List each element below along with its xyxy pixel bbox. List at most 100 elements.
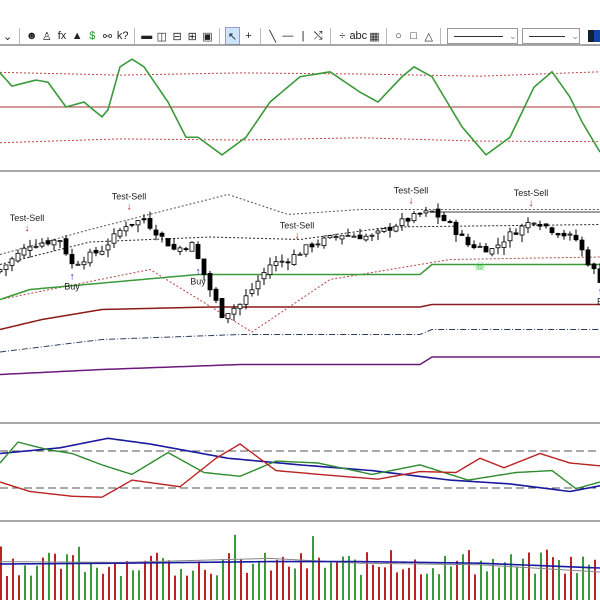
- candle: [171, 238, 177, 251]
- candle: [303, 244, 309, 258]
- candle: [75, 260, 81, 266]
- candle-body: [39, 242, 45, 247]
- candle-body: [51, 239, 57, 246]
- candle: [177, 245, 183, 256]
- candle: [327, 234, 333, 239]
- candle-body: [105, 244, 111, 251]
- signal-label: Test-Sell: [514, 188, 549, 198]
- candle-body: [519, 225, 525, 236]
- candle: [219, 297, 225, 319]
- chart-area[interactable]: Test-Sell↓Test-Sell↓Test-Sell↓Test-Sell↓…: [0, 0, 600, 600]
- candle: [591, 262, 597, 275]
- candle-body: [27, 246, 33, 251]
- candle: [315, 239, 321, 248]
- candle-body: [225, 313, 231, 320]
- candle: [321, 235, 327, 249]
- sell-arrow-icon: ↓: [409, 196, 414, 207]
- candle-body: [537, 223, 543, 227]
- candle-body: [21, 247, 27, 256]
- candle: [291, 249, 297, 266]
- candle: [165, 237, 171, 247]
- candle: [489, 247, 495, 257]
- candle-body: [327, 235, 333, 239]
- candle: [273, 256, 279, 272]
- candle-body: [567, 233, 573, 236]
- candle-body: [525, 222, 531, 229]
- candle: [9, 256, 15, 272]
- candle-body: [45, 240, 51, 245]
- candle-body: [33, 245, 39, 248]
- candle-body: [471, 244, 477, 249]
- candle: [423, 206, 429, 217]
- candle-body: [183, 248, 189, 250]
- support-green: [0, 263, 600, 301]
- candle: [81, 256, 87, 270]
- candle-body: [393, 225, 399, 232]
- candle-body: [75, 263, 81, 266]
- candle: [483, 242, 489, 253]
- candle-body: [345, 234, 351, 237]
- candle-body: [405, 218, 411, 222]
- candle: [495, 237, 501, 255]
- candle-body: [219, 298, 225, 319]
- candle-body: [129, 223, 135, 226]
- candle-body: [585, 249, 591, 266]
- candle: [519, 223, 525, 243]
- candle: [15, 249, 21, 263]
- candle: [525, 217, 531, 234]
- candle: [135, 219, 141, 233]
- candle-body: [423, 210, 429, 214]
- signal-label: Buy: [64, 282, 80, 292]
- candle: [99, 245, 105, 256]
- candle-body: [387, 226, 393, 231]
- sell-arrow-icon: ↓: [25, 223, 30, 234]
- candle-body: [513, 232, 519, 235]
- candle: [567, 231, 573, 241]
- signal-label: Test-Sell: [112, 191, 147, 201]
- candle-body: [135, 220, 141, 226]
- dashdot-line: [0, 329, 600, 353]
- candle: [363, 233, 369, 242]
- candle: [381, 227, 387, 233]
- candle: [399, 212, 405, 231]
- candle-body: [171, 243, 177, 250]
- candle: [357, 228, 363, 240]
- candle-body: [93, 249, 99, 254]
- candle-body: [501, 241, 507, 248]
- candle-body: [339, 235, 345, 240]
- candle-body: [447, 221, 453, 223]
- candle: [33, 239, 39, 249]
- candle-body: [177, 247, 183, 252]
- candle: [585, 246, 591, 267]
- candle: [3, 264, 9, 277]
- purple-line: [0, 356, 600, 376]
- candle-body: [573, 234, 579, 241]
- candle: [309, 242, 315, 253]
- candle: [477, 242, 483, 248]
- candle: [207, 270, 213, 297]
- candle: [573, 229, 579, 242]
- signal-label: Test-Sell: [10, 213, 45, 223]
- candle: [471, 240, 477, 250]
- skull-icon: ☠: [475, 260, 486, 274]
- candle-body: [57, 240, 63, 243]
- sell-arrow-icon: ↓: [127, 201, 132, 212]
- candle-body: [81, 261, 87, 266]
- osc-lower-band: [0, 137, 600, 144]
- candle: [429, 210, 435, 213]
- candle-body: [441, 214, 447, 222]
- candle-body: [9, 258, 15, 266]
- candle: [45, 237, 51, 246]
- candle-body: [459, 233, 465, 236]
- candle: [237, 303, 243, 316]
- candle-body: [321, 237, 327, 246]
- candle: [453, 219, 459, 242]
- candle-body: [69, 254, 75, 265]
- support-red: [0, 303, 600, 331]
- candle-body: [357, 234, 363, 240]
- candle-body: [273, 261, 279, 266]
- signal-label: Test-Sell: [280, 221, 315, 231]
- candle: [249, 283, 255, 297]
- candle-body: [237, 303, 243, 310]
- candle: [435, 203, 441, 225]
